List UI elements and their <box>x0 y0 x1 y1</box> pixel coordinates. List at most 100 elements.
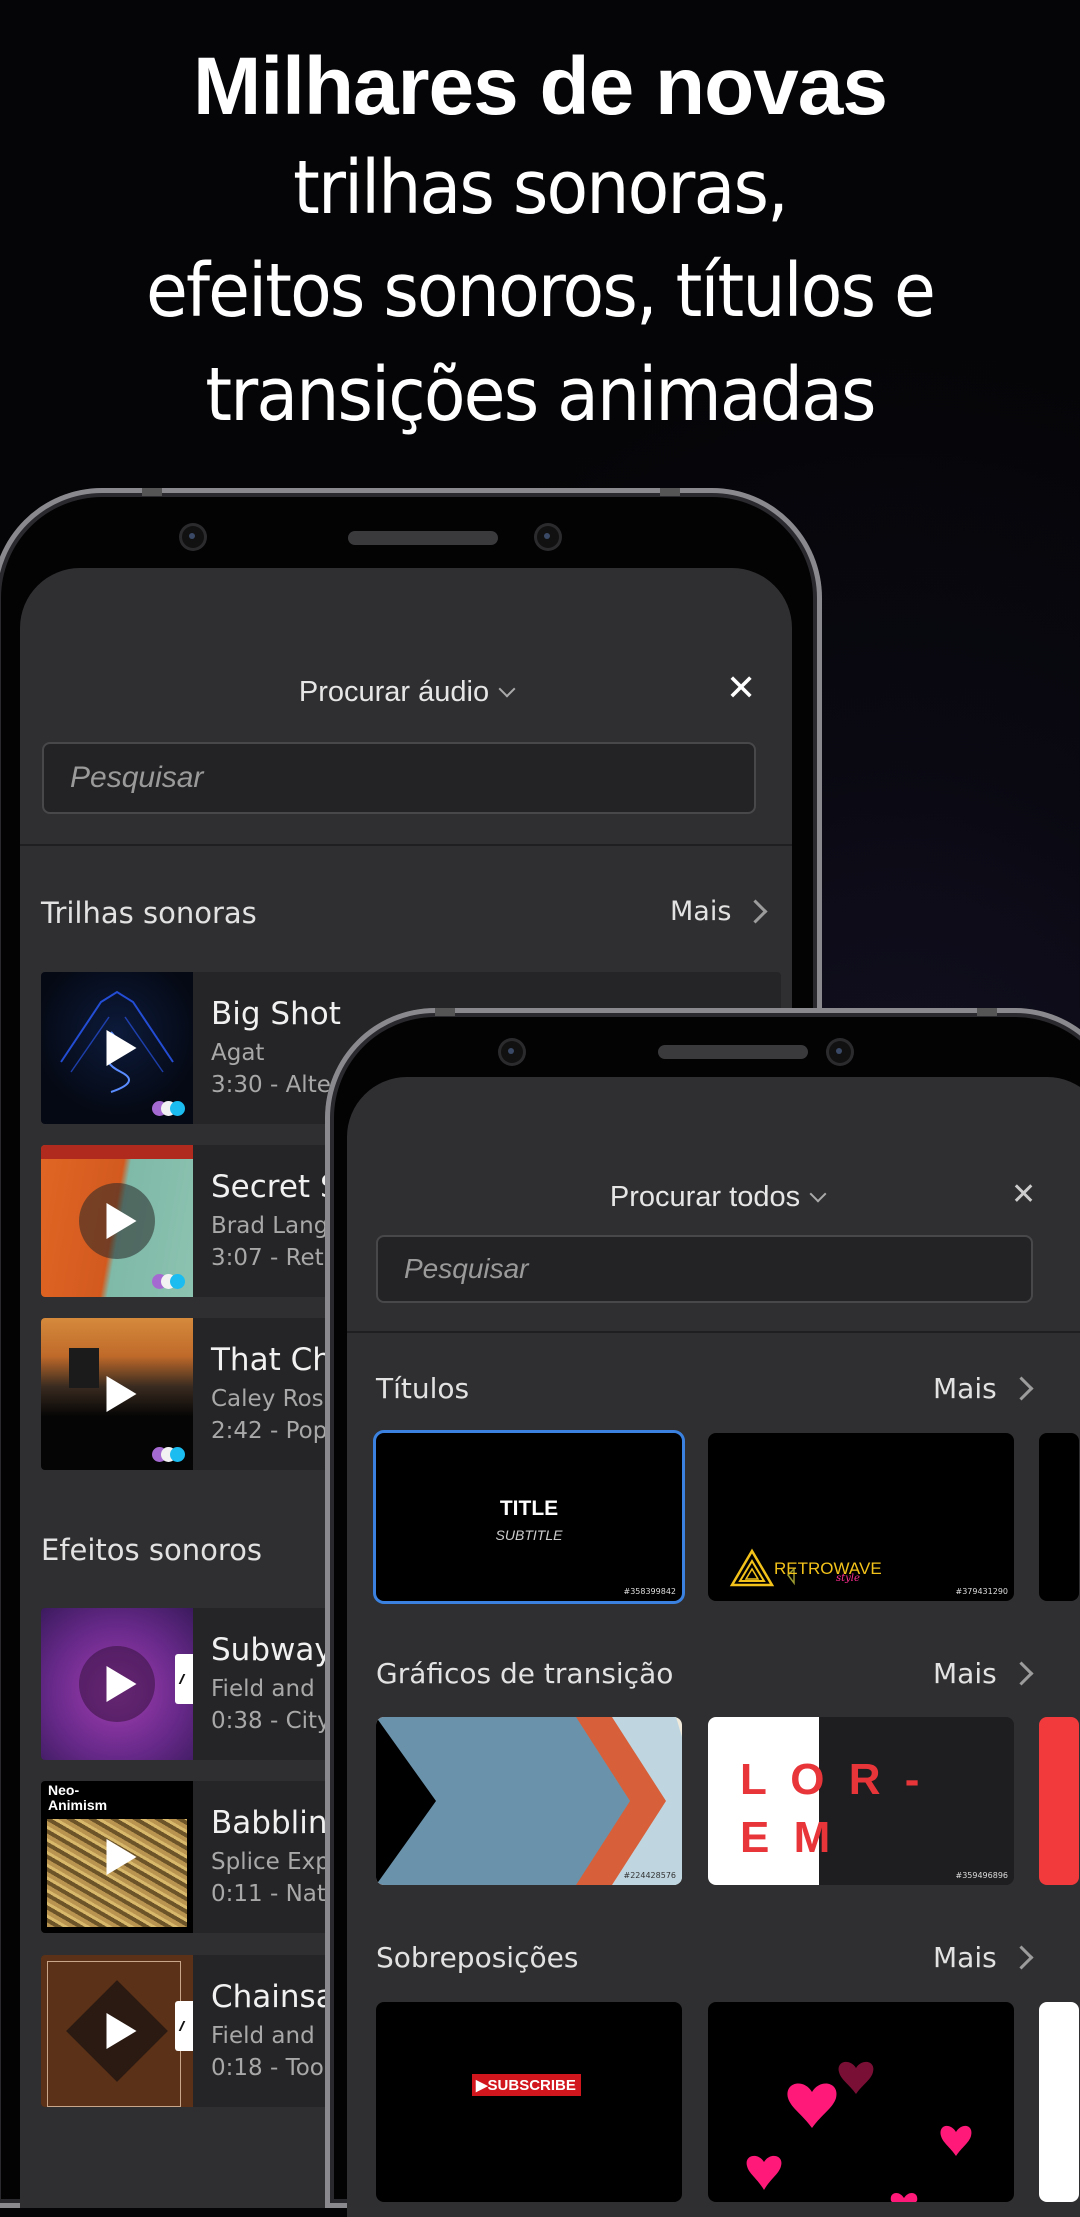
transition-card-partial[interactable] <box>1039 1717 1079 1885</box>
more-label: Mais <box>933 1372 997 1405</box>
front-phone-screen: Procurar todos ✕ Títulos Mais TITLE SUBT… <box>347 1077 1080 2217</box>
track-name: Secret S <box>211 1169 340 1205</box>
thumbnail-caption: Neo- Animism <box>48 1782 108 1813</box>
chevron-right-icon <box>1009 1376 1034 1401</box>
tempo-dots-icon <box>152 1101 185 1116</box>
search-field[interactable] <box>376 1235 1033 1303</box>
title-card-basic[interactable]: TITLE SUBTITLE #358399842 <box>376 1433 682 1601</box>
headline-line-4: transições animadas <box>205 352 876 438</box>
transition-card-chevron[interactable]: #224428576 <box>376 1717 682 1885</box>
track-artist: Caley Ros <box>211 1386 324 1412</box>
front-camera-icon <box>829 1041 851 1063</box>
more-overlays-button[interactable]: Mais <box>933 1941 1034 1974</box>
track-thumbnail <box>41 972 193 1124</box>
track-meta: 3:30 - Alte <box>211 1072 331 1098</box>
track-artist: Splice Exp <box>211 1849 330 1875</box>
card-subtitle-text: style <box>836 1573 860 1584</box>
front-camera-icon <box>182 526 204 548</box>
search-input[interactable] <box>44 744 754 812</box>
subscribe-badge: ▶SUBSCRIBE <box>472 2074 581 2096</box>
play-icon[interactable] <box>106 1376 137 1412</box>
overlay-card-hearts[interactable] <box>708 2002 1014 2202</box>
card-id: #358399842 <box>623 1587 676 1596</box>
bezel-detail <box>435 1008 455 1016</box>
play-icon[interactable] <box>106 2013 137 2049</box>
play-icon[interactable] <box>106 1666 137 1702</box>
chevron-right-icon <box>1009 1661 1034 1686</box>
headline-line-1: Milhares de novas <box>193 41 888 132</box>
section-title-soundtracks: Trilhas sonoras <box>41 896 257 930</box>
track-artist: Brad Lang <box>211 1213 329 1239</box>
track-meta: 2:42 - Pop <box>211 1418 328 1444</box>
search-field[interactable] <box>42 742 756 814</box>
track-name: Babblin <box>211 1805 328 1841</box>
section-title-overlays: Sobreposições <box>376 1941 579 1974</box>
splice-badge-icon <box>175 2001 193 2051</box>
chevron-transition-art <box>376 1717 682 1885</box>
earpiece-speaker <box>658 1045 808 1059</box>
transition-card-lorem[interactable]: L O R - E M #359496896 <box>708 1717 1014 1885</box>
close-icon[interactable]: ✕ <box>1011 1177 1036 1212</box>
more-label: Mais <box>670 896 732 927</box>
more-label: Mais <box>933 1941 997 1974</box>
bezel-detail <box>977 1008 997 1016</box>
tempo-dots-icon <box>152 1447 185 1462</box>
bezel-detail <box>142 488 162 496</box>
card-subtitle-text: SUBTITLE <box>495 1527 563 1543</box>
card-id: #379431290 <box>955 1587 1008 1596</box>
track-name: Big Shot <box>211 996 341 1032</box>
section-title-titles: Títulos <box>376 1372 470 1405</box>
card-id: #224428576 <box>623 1871 676 1880</box>
track-artist: Field and <box>211 2023 315 2049</box>
more-label: Mais <box>933 1657 997 1690</box>
search-input[interactable] <box>378 1237 1031 1301</box>
earpiece-speaker <box>348 531 498 545</box>
track-meta: 0:11 - Natu <box>211 1881 341 1907</box>
thumbnail-art <box>41 1145 193 1159</box>
source-dropdown-label: Procurar todos <box>609 1181 801 1213</box>
track-thumbnail: Neo- Animism <box>41 1781 193 1933</box>
headline-line-2: trilhas sonoras, <box>293 145 789 231</box>
track-thumbnail <box>41 1955 193 2107</box>
track-thumbnail <box>41 1608 193 1760</box>
play-icon[interactable] <box>106 1839 137 1875</box>
chevron-down-icon <box>498 680 516 698</box>
more-titles-button[interactable]: Mais <box>933 1372 1034 1405</box>
source-dropdown-label: Procurar áudio <box>298 676 490 708</box>
lorem-text-line-1: L O R - <box>740 1755 926 1804</box>
splice-badge-icon <box>175 1654 193 1704</box>
chevron-right-icon <box>743 899 768 924</box>
more-transitions-button[interactable]: Mais <box>933 1657 1034 1690</box>
headline-line-3: efeitos sonoros, títulos e <box>145 248 936 334</box>
chevron-right-icon <box>1009 1945 1034 1970</box>
track-thumbnail <box>41 1145 193 1297</box>
source-dropdown[interactable]: Procurar áudio <box>20 676 792 709</box>
tempo-dots-icon <box>152 1274 185 1289</box>
title-card-retrowave[interactable]: RETROWAVE style #379431290 <box>708 1433 1014 1601</box>
play-icon[interactable] <box>106 1030 137 1066</box>
track-artist: Field and <box>211 1676 315 1702</box>
track-name: Chainsa <box>211 1979 335 2015</box>
header-divider <box>20 844 792 846</box>
header-divider <box>347 1331 1080 1333</box>
thumbnail-art <box>69 1348 99 1388</box>
track-thumbnail <box>41 1318 193 1470</box>
more-soundtracks-button[interactable]: Mais <box>670 896 768 927</box>
front-camera-icon <box>537 526 559 548</box>
front-phone-frame: Procurar todos ✕ Títulos Mais TITLE SUBT… <box>325 1008 1080 2217</box>
close-icon[interactable]: ✕ <box>726 668 756 709</box>
subscribe-label: SUBSCRIBE <box>487 2077 576 2094</box>
source-dropdown[interactable]: Procurar todos <box>347 1181 1080 1214</box>
title-card-partial[interactable] <box>1039 1433 1079 1601</box>
play-icon[interactable] <box>106 1203 137 1239</box>
section-title-sound-effects: Efeitos sonoros <box>41 1533 262 1567</box>
track-meta: 3:07 - Ret <box>211 1245 324 1271</box>
overlay-card-partial[interactable] <box>1039 2002 1079 2202</box>
overlay-card-subscribe[interactable]: ▶SUBSCRIBE <box>376 2002 682 2202</box>
track-meta: 0:18 - Too <box>211 2055 324 2081</box>
card-title-text: RETROWAVE <box>774 1559 882 1578</box>
bezel-detail <box>660 488 680 496</box>
track-meta: 0:38 - City <box>211 1708 331 1734</box>
section-title-transitions: Gráficos de transição <box>376 1657 674 1690</box>
front-camera-icon <box>501 1041 523 1063</box>
